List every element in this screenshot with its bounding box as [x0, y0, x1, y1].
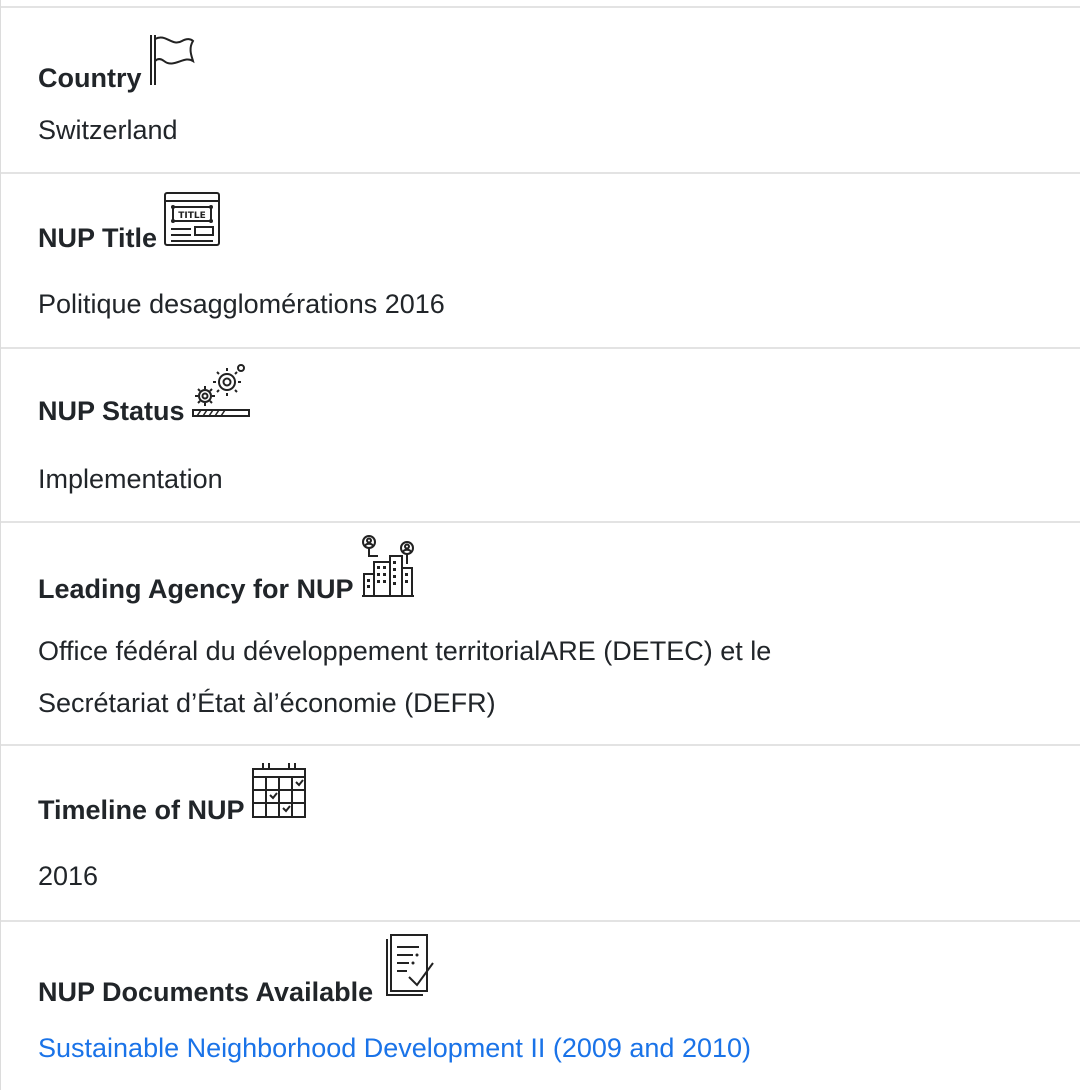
field-leading-agency: Leading Agency for NUP Office fédéral du…: [1, 523, 1080, 746]
field-country: Country Switzerland: [1, 8, 1080, 174]
flag-icon: [148, 31, 196, 94]
label-text: Leading Agency for NUP: [38, 574, 354, 604]
field-label-leading-agency: Leading Agency for NUP: [38, 535, 416, 605]
gears-progress-icon: [191, 362, 251, 427]
field-nup-title: NUP Title TITLE Politique desagglomérati…: [1, 174, 1080, 349]
field-value-nup-title: Politique desagglomérations 2016: [38, 289, 445, 319]
label-text: Timeline of NUP: [38, 795, 245, 825]
field-label-nup-status: NUP Status: [38, 364, 251, 427]
field-label-country: Country: [38, 34, 196, 94]
calendar-icon: [251, 761, 307, 826]
field-nup-documents: NUP Documents Available Sustainable Neig…: [1, 922, 1080, 1090]
label-text: NUP Title: [38, 223, 158, 253]
label-text: NUP Documents Available: [38, 977, 374, 1007]
field-value-nup-status: Implementation: [38, 464, 223, 494]
svg-text:TITLE: TITLE: [178, 211, 206, 221]
field-value-leading-agency-line-2: Secrétariat d’État àl’économie (DEFR): [38, 688, 496, 718]
document-check-icon: [379, 933, 439, 1008]
label-text: Country: [38, 63, 142, 93]
field-label-timeline: Timeline of NUP: [38, 763, 307, 826]
field-label-nup-title: NUP Title TITLE: [38, 192, 221, 254]
agency-buildings-icon: [360, 534, 416, 605]
document-link[interactable]: Sustainable Neighborhood Development II …: [38, 1028, 751, 1068]
field-label-nup-documents: NUP Documents Available: [38, 933, 439, 1008]
field-value-timeline: 2016: [38, 861, 99, 891]
field-nup-status: NUP Status Implementation: [1, 349, 1080, 523]
nup-details-panel: Country Switzerland NUP Title TITLE Poli…: [0, 0, 1080, 1090]
title-window-icon: TITLE: [163, 191, 221, 254]
label-text: NUP Status: [38, 396, 185, 426]
field-value-country: Switzerland: [38, 115, 178, 145]
field-timeline: Timeline of NUP 2016: [1, 746, 1080, 922]
field-value-leading-agency-line-1: Office fédéral du développement territor…: [38, 636, 772, 666]
